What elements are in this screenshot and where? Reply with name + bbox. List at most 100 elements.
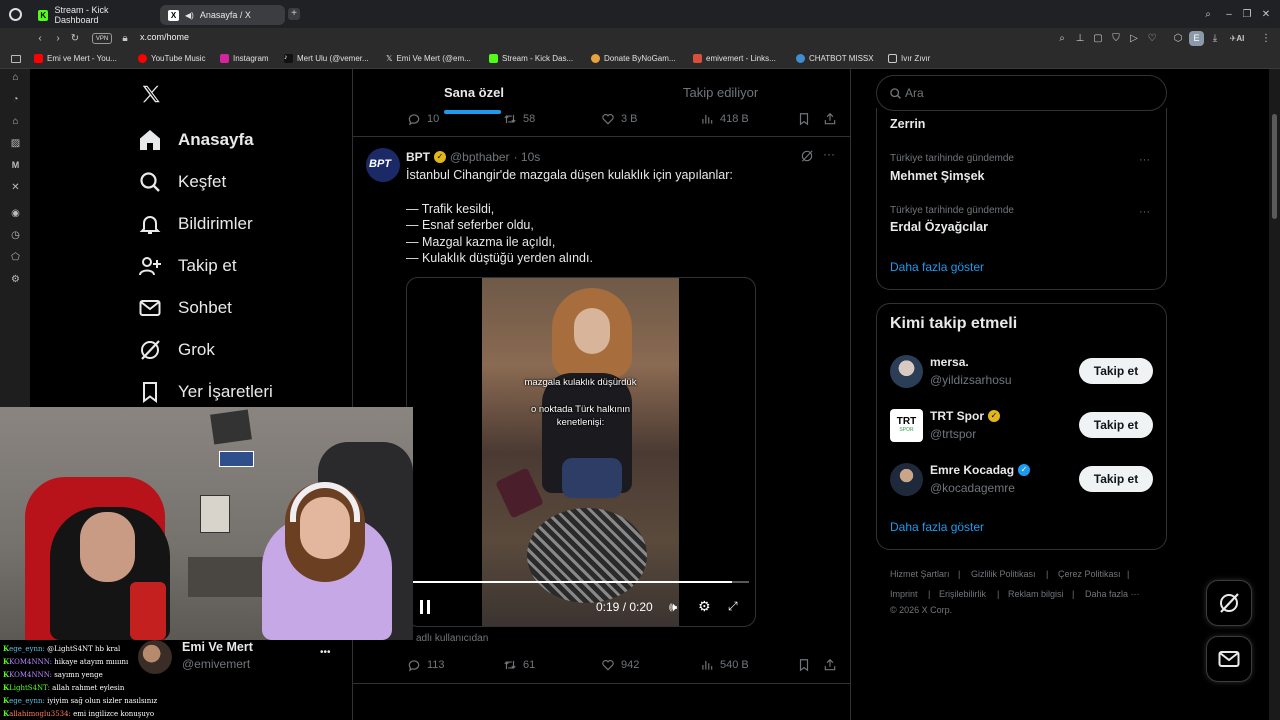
tab-following[interactable]: Takip ediliyor — [683, 85, 758, 100]
follow-button[interactable]: Takip et — [1079, 466, 1153, 492]
messages-float-button[interactable] — [1206, 636, 1252, 682]
nav-bookmarks[interactable]: Yer İşaretleri — [138, 380, 273, 404]
bookmark-folder[interactable]: Ivır Zıvır — [888, 54, 930, 63]
bookmark-item[interactable]: Instagram — [220, 54, 269, 63]
bookmark-button[interactable] — [797, 658, 811, 672]
trend-title[interactable]: Mehmet Şimşek — [890, 169, 984, 183]
snapshot-icon[interactable]: ▢ — [1092, 33, 1104, 45]
bookmark-item[interactable]: CHATBOT MISSX — [796, 54, 874, 63]
account-name[interactable]: TRT Spor — [930, 409, 984, 423]
zoom-icon[interactable]: ⌕ — [1056, 33, 1068, 45]
new-tab-button[interactable]: + — [288, 8, 300, 20]
nav-notifications[interactable]: Bildirimler — [138, 212, 253, 236]
tab-kick-dashboard[interactable]: K Stream - Kick Dashboard — [30, 5, 158, 25]
trend-title[interactable]: Erdal Özyağcılar — [890, 220, 988, 234]
tab-x-home[interactable]: X ◀) Anasayfa / X — [160, 5, 285, 25]
ai-icon[interactable]: ✈AI — [1226, 33, 1248, 45]
video-scrub-track[interactable] — [413, 581, 749, 583]
avatar[interactable] — [890, 355, 923, 388]
footer-link[interactable]: Hizmet Şartları — [890, 569, 950, 579]
footer-link[interactable]: Reklam bilgisi — [1008, 589, 1064, 599]
account-avatar[interactable] — [138, 640, 172, 674]
close-window-icon[interactable]: ✕ — [1260, 9, 1272, 21]
avatar[interactable]: BPT — [366, 148, 400, 182]
minimize-icon[interactable]: – — [1223, 9, 1235, 21]
reply-button[interactable]: 113 — [407, 658, 445, 672]
workspace-icon[interactable]: ▨ — [9, 137, 22, 150]
footer-link[interactable]: Imprint — [890, 589, 918, 599]
aria-icon[interactable]: ◔ — [9, 93, 22, 106]
avatar[interactable] — [890, 463, 923, 496]
search-input[interactable]: Ara — [905, 86, 924, 100]
more-options-icon[interactable]: ··· — [1139, 154, 1150, 166]
share-button[interactable] — [823, 112, 837, 126]
bookmarks-folder-icon[interactable] — [11, 55, 21, 63]
bookmark-item[interactable]: emivemert - Links... — [693, 54, 776, 63]
bookmark-button[interactable] — [797, 112, 811, 126]
messenger-icon[interactable]: ◉ — [9, 207, 22, 220]
nav-messages[interactable]: Sohbet — [138, 296, 232, 320]
pin-icon[interactable]: ⊥ — [1074, 33, 1086, 45]
back-icon[interactable]: ‹ — [34, 33, 46, 45]
settings-gear-icon[interactable]: ⚙ — [698, 598, 711, 615]
follow-button[interactable]: Takip et — [1079, 358, 1153, 384]
fullscreen-icon[interactable]: ⤢ — [728, 599, 738, 614]
profile-avatar[interactable]: E — [1189, 31, 1204, 46]
author-name[interactable]: BPT — [406, 150, 430, 164]
tweet-time[interactable]: · 10s — [514, 150, 541, 164]
repost-button[interactable]: 58 — [503, 112, 535, 126]
bookmark-item[interactable]: 𝕏 Emi Ve Mert (@em... — [386, 54, 471, 63]
bookmark-item[interactable]: Emi ve Mert - You... — [34, 54, 117, 63]
account-handle[interactable]: @emivemert — [182, 657, 250, 671]
aria-icon[interactable]: ⌂ — [9, 115, 22, 128]
account-more-icon[interactable]: ••• — [320, 647, 331, 658]
author-handle[interactable]: @bpthaber — [450, 150, 510, 164]
search-tabs-icon[interactable]: ⌕ — [1202, 9, 1214, 21]
volume-icon[interactable]: 🕪︎ — [669, 599, 677, 615]
more-options-icon[interactable]: ··· — [1139, 206, 1150, 218]
shield-icon[interactable]: ⛉ — [1110, 33, 1122, 45]
footer-link[interactable]: Gizlilik Politikası — [971, 569, 1036, 579]
extensions-rail-icon[interactable]: ⬠ — [9, 251, 22, 264]
bookmark-item[interactable]: Donate ByNoGam... — [591, 54, 676, 63]
scrollbar-thumb[interactable] — [1272, 114, 1277, 219]
like-button[interactable]: 942 — [601, 658, 639, 672]
account-name[interactable]: Emi Ve Mert — [182, 640, 253, 654]
account-handle[interactable]: @trtspor — [930, 427, 976, 441]
follow-button[interactable]: Takip et — [1079, 412, 1153, 438]
settings-icon[interactable]: ⚙ — [9, 273, 22, 286]
views-button[interactable]: 418 B — [700, 112, 749, 126]
menu-icon[interactable]: ⋮ — [1260, 33, 1272, 45]
trend-title[interactable]: Zerrin — [890, 117, 925, 131]
bookmark-item[interactable]: YouTube Music — [138, 54, 206, 63]
address-bar[interactable]: x.com/home — [140, 32, 189, 42]
like-button[interactable]: 3 B — [601, 112, 638, 126]
reload-icon[interactable]: ↻ — [69, 33, 81, 45]
forward-icon[interactable]: › — [52, 33, 64, 45]
nav-explore[interactable]: Keşfet — [138, 170, 226, 194]
more-options-icon[interactable]: ··· — [823, 147, 835, 161]
x-logo[interactable] — [140, 83, 162, 105]
nav-grok[interactable]: Grok — [138, 338, 215, 362]
video-player[interactable]: mazgala kulaklık düşürdük o noktada Türk… — [406, 277, 756, 627]
tab-for-you[interactable]: Sana özel — [444, 85, 504, 100]
grok-float-button[interactable] — [1206, 580, 1252, 626]
share-button[interactable] — [823, 658, 837, 672]
m-icon[interactable]: M — [9, 159, 22, 172]
extensions-icon[interactable]: ⬡ — [1172, 33, 1184, 45]
heart-icon[interactable]: ♡ — [1146, 33, 1158, 45]
x-rail-icon[interactable]: ✕ — [9, 181, 22, 194]
nav-follow[interactable]: Takip et — [138, 254, 237, 278]
avatar[interactable]: TRT SPOR — [890, 409, 923, 442]
reply-button[interactable]: 10 — [407, 112, 439, 126]
scrollbar[interactable] — [1269, 69, 1280, 720]
footer-link[interactable]: Erişilebilirlik — [939, 589, 986, 599]
account-handle[interactable]: @yildizsarhosu — [930, 373, 1012, 387]
account-name[interactable]: mersa. — [930, 355, 969, 369]
footer-link[interactable]: Daha fazla ··· — [1085, 589, 1140, 599]
repost-button[interactable]: 61 — [503, 658, 535, 672]
footer-link[interactable]: Çerez Politikası — [1058, 569, 1121, 579]
play-icon[interactable]: ▷ — [1128, 33, 1140, 45]
views-button[interactable]: 540 B — [700, 658, 749, 672]
history-icon[interactable]: ◷ — [9, 229, 22, 242]
